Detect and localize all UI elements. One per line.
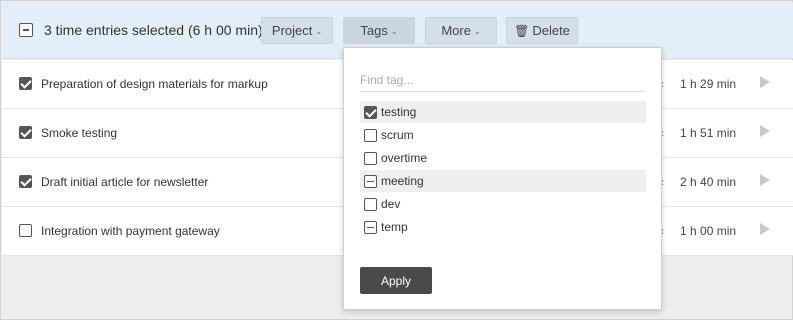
tag-checkbox[interactable] bbox=[364, 174, 377, 188]
entry-checkbox[interactable] bbox=[19, 175, 32, 188]
tag-label: temp bbox=[381, 220, 408, 234]
tag-checkbox[interactable] bbox=[364, 105, 377, 119]
tag-option-temp[interactable]: temp bbox=[360, 216, 646, 238]
tag-label: testing bbox=[381, 105, 417, 119]
play-icon[interactable] bbox=[760, 223, 770, 235]
tag-label: scrum bbox=[381, 128, 414, 142]
more-button-label: More bbox=[441, 23, 471, 38]
entry-description[interactable]: Smoke testing bbox=[41, 126, 117, 140]
entry-duration[interactable]: 2 h 40 min bbox=[680, 175, 736, 189]
tag-option-dev[interactable]: dev bbox=[360, 193, 646, 215]
entry-checkbox[interactable] bbox=[19, 224, 32, 237]
tag-label: dev bbox=[381, 197, 401, 211]
tag-option-overtime[interactable]: overtime bbox=[360, 147, 646, 169]
tag-checkbox[interactable] bbox=[364, 197, 377, 211]
tags-dropdown: testing scrum overtime meeting dev temp … bbox=[343, 47, 662, 310]
tag-label: meeting bbox=[381, 174, 424, 188]
entry-duration[interactable]: 1 h 29 min bbox=[680, 77, 736, 91]
entry-checkbox[interactable] bbox=[19, 126, 32, 139]
selection-summary: 3 time entries selected (6 h 00 min) bbox=[44, 22, 263, 38]
play-icon[interactable] bbox=[760, 76, 770, 88]
trash-icon: 🗑 bbox=[514, 23, 530, 38]
find-tag-input[interactable] bbox=[360, 68, 645, 92]
tag-option-scrum[interactable]: scrum bbox=[360, 124, 646, 146]
play-icon[interactable] bbox=[760, 125, 770, 137]
entry-description[interactable]: Preparation of design materials for mark… bbox=[41, 77, 268, 91]
delete-button[interactable]: 🗑 Delete bbox=[506, 17, 578, 44]
entry-description[interactable]: Draft initial article for newsletter bbox=[41, 175, 208, 189]
more-button[interactable]: More ⌄ bbox=[425, 17, 497, 44]
entry-duration[interactable]: 1 h 00 min bbox=[680, 224, 736, 238]
delete-button-label: Delete bbox=[532, 23, 570, 38]
tag-checkbox[interactable] bbox=[364, 151, 377, 165]
tags-button-label: Tags bbox=[360, 23, 388, 38]
chevron-down-icon: ⌄ bbox=[315, 26, 323, 36]
apply-button[interactable]: Apply bbox=[360, 267, 432, 294]
project-button[interactable]: Project ⌄ bbox=[261, 17, 333, 44]
play-icon[interactable] bbox=[760, 174, 770, 186]
tag-option-meeting[interactable]: meeting bbox=[360, 170, 646, 192]
project-button-label: Project bbox=[271, 23, 313, 38]
select-all-checkbox[interactable] bbox=[19, 23, 33, 37]
tag-checkbox[interactable] bbox=[364, 220, 377, 234]
chevron-down-icon: ⌄ bbox=[390, 26, 398, 36]
chevron-down-icon: ⌄ bbox=[473, 26, 481, 36]
entry-duration[interactable]: 1 h 51 min bbox=[680, 126, 736, 140]
entry-description[interactable]: Integration with payment gateway bbox=[41, 224, 220, 238]
tag-option-testing[interactable]: testing bbox=[360, 101, 646, 123]
tag-label: overtime bbox=[381, 151, 428, 165]
tag-checkbox[interactable] bbox=[364, 128, 377, 142]
tags-button[interactable]: Tags ⌄ bbox=[343, 17, 415, 44]
app-frame: 3 time entries selected (6 h 00 min) Pro… bbox=[0, 0, 793, 320]
entry-checkbox[interactable] bbox=[19, 77, 32, 90]
